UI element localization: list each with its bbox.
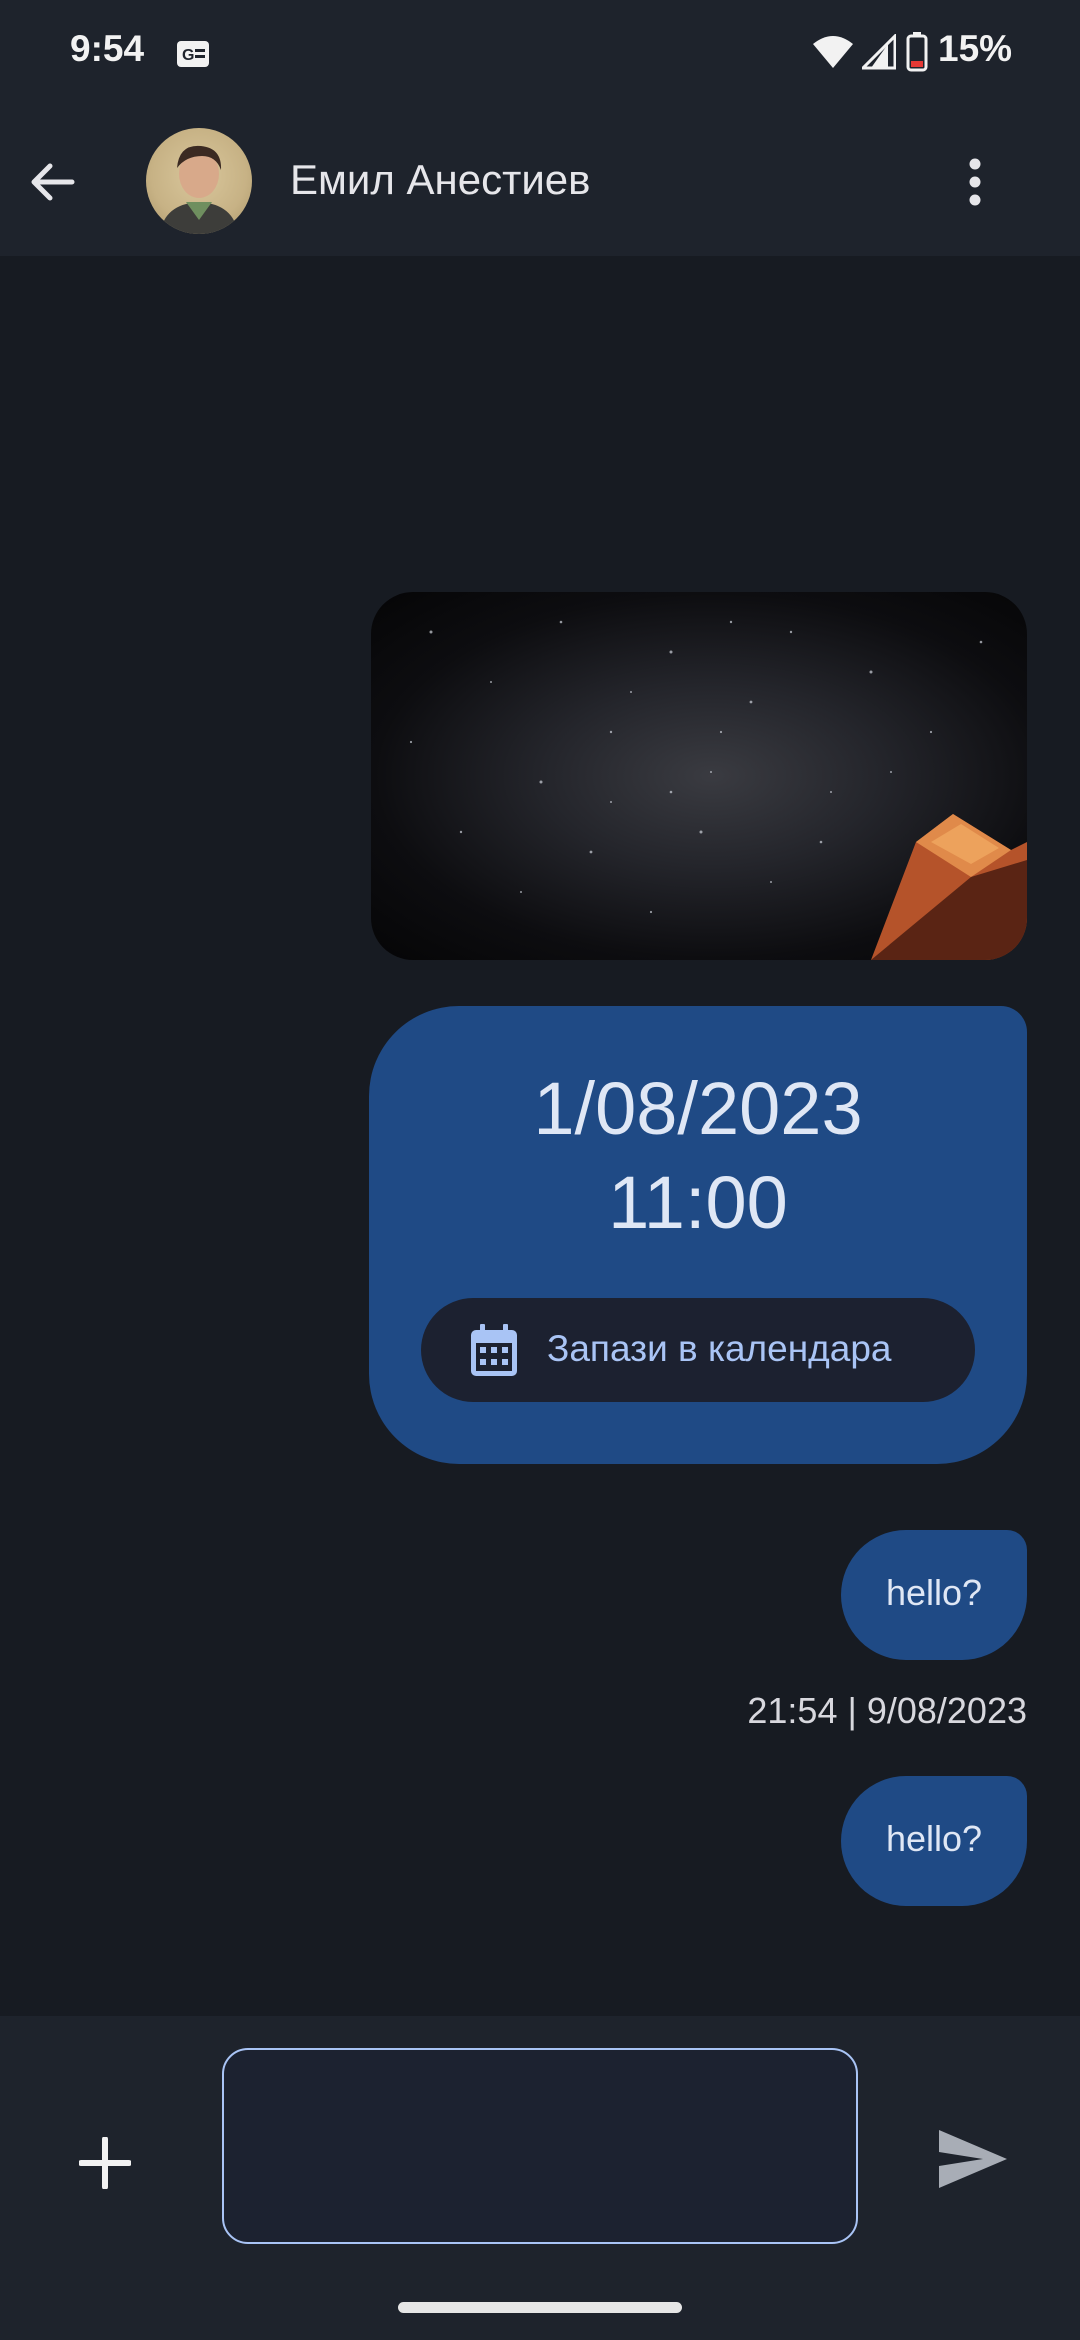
chat-header: Емил Анестиев <box>0 104 1080 256</box>
status-time: 9:54 <box>70 28 145 69</box>
message-text: hello? <box>885 1572 983 1613</box>
calendar-icon <box>471 1324 517 1376</box>
image-message[interactable] <box>371 592 1027 960</box>
news-notification-icon: G <box>177 41 209 67</box>
send-icon <box>939 2130 1007 2188</box>
message-composer <box>0 2016 1080 2340</box>
back-arrow-icon <box>31 163 75 201</box>
contact-name[interactable]: Емил Анестиев <box>290 156 590 204</box>
send-button[interactable] <box>930 2116 1016 2202</box>
status-bar: 9:54 G 15% <box>0 0 1080 104</box>
message-text: hello? <box>885 1818 983 1859</box>
add-attachment-button[interactable] <box>68 2126 142 2200</box>
svg-text:G: G <box>182 47 194 64</box>
back-button[interactable] <box>18 148 86 216</box>
more-options-button[interactable] <box>944 148 1006 216</box>
battery-low-icon <box>906 32 928 72</box>
night-sky-photo <box>409 620 1027 960</box>
home-indicator[interactable] <box>398 2302 682 2313</box>
wifi-icon <box>813 36 853 68</box>
event-message: 1/08/2023 11:00 Запази в календара <box>369 1006 1027 1464</box>
event-time: 11:00 <box>608 1161 788 1244</box>
avatar[interactable] <box>146 128 252 234</box>
avatar-person-icon <box>160 145 238 234</box>
text-message[interactable]: hello? <box>841 1776 1027 1906</box>
more-vert-icon <box>969 158 981 206</box>
cell-signal-icon <box>862 34 896 70</box>
save-to-calendar-button[interactable]: Запази в календара <box>421 1298 975 1402</box>
text-message[interactable]: hello? <box>841 1530 1027 1660</box>
message-input[interactable] <box>222 2048 858 2244</box>
add-icon <box>79 2137 131 2189</box>
save-to-calendar-label: Запази в календара <box>547 1328 892 1369</box>
event-date: 1/08/2023 <box>533 1067 863 1150</box>
chat-screen: 9:54 G 15% Емил Анестиев 1/08/2023 11:00… <box>0 0 1080 2340</box>
message-timestamp: 21:54 | 9/08/2023 <box>747 1690 1027 1731</box>
battery-percent: 15% <box>938 28 1013 69</box>
